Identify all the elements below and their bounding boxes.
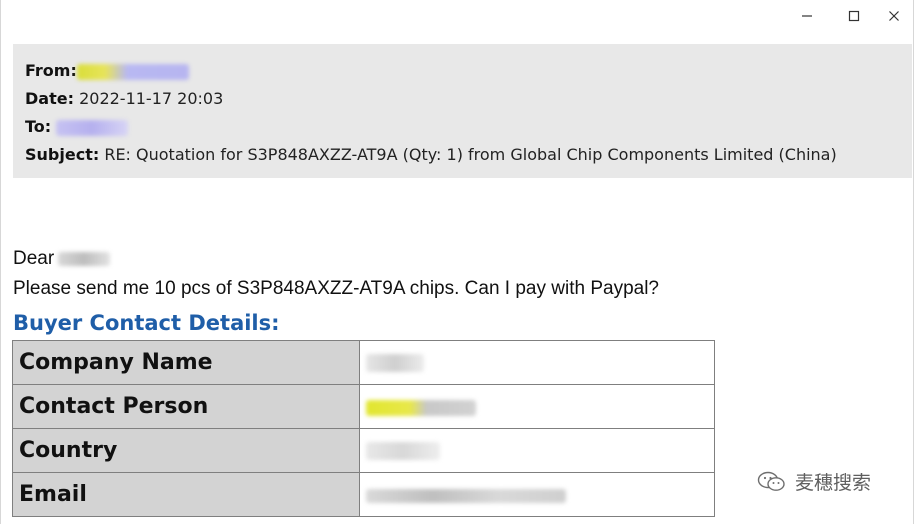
date-label: Date: — [25, 89, 74, 108]
title-bar — [1, 0, 913, 34]
country-label: Country — [12, 428, 360, 473]
company-name-value — [359, 340, 715, 385]
watermark: 麦穗搜索 — [757, 468, 871, 495]
email-body: Dear Please send me 10 pcs of S3P848AXZZ… — [13, 246, 893, 337]
maximize-button[interactable] — [837, 4, 871, 28]
email-window: From: Date: 2022-11-17 20:03 To: Subject… — [0, 0, 914, 524]
email-label: Email — [12, 472, 360, 517]
redacted-country — [366, 442, 440, 461]
redacted-company — [366, 354, 424, 373]
minimize-icon — [802, 15, 812, 17]
table-row: Contact Person — [12, 384, 715, 429]
section-title: Buyer Contact Details: — [13, 311, 280, 335]
wechat-icon — [757, 471, 785, 491]
email-value — [359, 472, 715, 517]
redacted-name — [58, 251, 111, 266]
table-row: Country — [12, 428, 715, 473]
minimize-button[interactable] — [790, 4, 824, 28]
country-value — [359, 428, 715, 473]
date-value: 2022-11-17 20:03 — [79, 89, 224, 108]
redacted-email — [366, 488, 566, 503]
to-row: To: — [25, 113, 912, 141]
watermark-text: 麦穗搜索 — [795, 472, 872, 494]
table-row: Company Name — [12, 340, 715, 385]
email-header: From: Date: 2022-11-17 20:03 To: Subject… — [13, 44, 912, 178]
from-row: From: — [25, 57, 912, 85]
redacted-recipient — [56, 119, 129, 136]
message-text: Please send me 10 pcs of S3P848AXZZ-AT9A… — [13, 278, 659, 299]
from-label: From: — [25, 61, 77, 80]
greeting-line: Dear — [13, 246, 893, 272]
to-label: To: — [25, 117, 52, 136]
contact-details-table: Company Name Contact Person Country Emai… — [12, 340, 715, 517]
redacted-contact — [366, 399, 476, 416]
table-row: Email — [12, 472, 715, 517]
close-icon — [889, 11, 899, 21]
maximize-icon — [848, 10, 860, 22]
redacted-sender — [76, 63, 189, 80]
contact-person-value — [359, 384, 715, 429]
subject-label: Subject: — [25, 145, 100, 164]
greeting-text: Dear — [13, 248, 55, 269]
date-row: Date: 2022-11-17 20:03 — [25, 85, 912, 113]
close-button[interactable] — [877, 4, 911, 28]
subject-value: RE: Quotation for S3P848AXZZ-AT9A (Qty: … — [104, 145, 837, 164]
subject-row: Subject: RE: Quotation for S3P848AXZZ-AT… — [25, 141, 912, 169]
contact-person-label: Contact Person — [12, 384, 360, 429]
company-name-label: Company Name — [12, 340, 360, 385]
